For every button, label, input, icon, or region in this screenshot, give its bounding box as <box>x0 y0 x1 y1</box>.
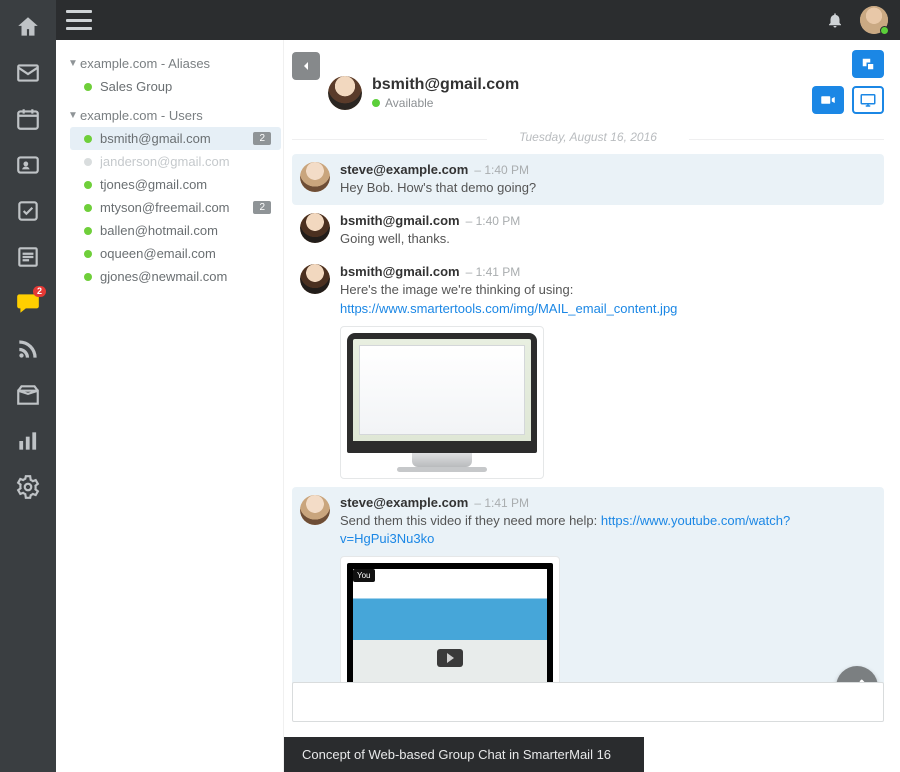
status-dot-icon <box>84 158 92 166</box>
tree-item[interactable]: Sales Group <box>70 75 281 98</box>
nav-settings[interactable] <box>6 466 50 508</box>
message-avatar <box>300 495 330 525</box>
status-dot-icon <box>84 181 92 189</box>
status-dot-icon <box>84 273 92 281</box>
message-text: Hey Bob. How's that demo going? <box>340 179 876 197</box>
tree-item[interactable]: mtyson@freemail.com2 <box>70 196 281 219</box>
tree-item[interactable]: oqueen@email.com <box>70 242 281 265</box>
nav-home[interactable] <box>6 6 50 48</box>
conversation-status: Available <box>372 96 519 110</box>
status-dot-icon <box>372 99 380 107</box>
popout-button[interactable] <box>852 50 884 78</box>
tree-item[interactable]: tjones@gmail.com <box>70 173 281 196</box>
message: steve@example.com 1:40 PM Hey Bob. How's t… <box>292 154 884 205</box>
nav-package[interactable] <box>6 374 50 416</box>
tree-item-badge: 2 <box>253 132 271 145</box>
tree-item-badge: 2 <box>253 201 271 214</box>
nav-rail: 2 <box>0 0 56 772</box>
screen-share-button[interactable] <box>852 86 884 114</box>
caret-down-icon: ▼ <box>68 110 78 121</box>
tree-item-label: Sales Group <box>100 79 277 94</box>
message: bsmith@gmail.com 1:41 PM Here's the image … <box>292 256 884 486</box>
tree-item[interactable]: bsmith@gmail.com2 <box>70 127 281 150</box>
nav-rss[interactable] <box>6 328 50 370</box>
nav-reports[interactable] <box>6 420 50 462</box>
message-sender: steve@example.com <box>340 162 468 177</box>
tree-group-label: example.com - Users <box>80 108 203 123</box>
message-text: Send them this video if they need more h… <box>340 512 876 548</box>
message: steve@example.com 1:41 PM Send them this v… <box>292 487 884 708</box>
message-link[interactable]: https://www.youtube.com/watch?v=HgPui3Nu… <box>340 513 790 546</box>
back-button[interactable] <box>292 52 320 80</box>
nav-notes[interactable] <box>6 236 50 278</box>
chat-badge: 2 <box>33 286 46 297</box>
tree-group[interactable]: ▼example.com - Users <box>62 104 281 127</box>
youtube-badge: You <box>353 569 375 582</box>
tree-item[interactable]: ballen@hotmail.com <box>70 219 281 242</box>
tree-item-label: gjones@newmail.com <box>100 269 277 284</box>
message-time: 1:41 PM <box>466 265 521 279</box>
message-avatar <box>300 264 330 294</box>
message-sender: steve@example.com <box>340 495 468 510</box>
attachment-image[interactable] <box>340 326 544 479</box>
notifications-icon[interactable] <box>826 11 844 29</box>
message-list: Tuesday, August 16, 2016 steve@example.c… <box>284 124 900 772</box>
tree-group[interactable]: ▼example.com - Aliases <box>62 52 281 75</box>
nav-calendar[interactable] <box>6 98 50 140</box>
compose-input[interactable] <box>292 682 884 722</box>
tree-group-label: example.com - Aliases <box>80 56 210 71</box>
tree-item-label: bsmith@gmail.com <box>100 131 253 146</box>
menu-toggle[interactable] <box>66 10 92 30</box>
message-sender: bsmith@gmail.com <box>340 264 460 279</box>
tree-item[interactable]: gjones@newmail.com <box>70 265 281 288</box>
nav-chat[interactable]: 2 <box>6 282 50 324</box>
caption-bar: Concept of Web-based Group Chat in Smart… <box>284 737 644 772</box>
play-icon <box>437 649 463 667</box>
tree-item[interactable]: janderson@gmail.com <box>70 150 281 173</box>
status-dot-icon <box>84 250 92 258</box>
user-avatar[interactable] <box>860 6 888 34</box>
tree-item-label: mtyson@freemail.com <box>100 200 253 215</box>
message-avatar <box>300 213 330 243</box>
message-text: Here's the image we're thinking of using… <box>340 281 876 317</box>
conversation-avatar <box>328 76 362 110</box>
date-separator: Tuesday, August 16, 2016 <box>292 124 884 154</box>
tree-item-label: ballen@hotmail.com <box>100 223 277 238</box>
message-time: 1:40 PM <box>466 214 521 228</box>
contact-tree: ▼example.com - AliasesSales Group▼exampl… <box>56 40 284 772</box>
top-bar <box>56 0 900 40</box>
presence-dot-icon <box>880 26 889 35</box>
message-sender: bsmith@gmail.com <box>340 213 460 228</box>
message-link[interactable]: https://www.smartertools.com/img/MAIL_em… <box>340 301 677 316</box>
tree-item-label: oqueen@email.com <box>100 246 277 261</box>
status-dot-icon <box>84 227 92 235</box>
caret-down-icon: ▼ <box>68 58 78 69</box>
tree-item-label: tjones@gmail.com <box>100 177 277 192</box>
nav-contacts[interactable] <box>6 144 50 186</box>
message-text: Going well, thanks. <box>340 230 876 248</box>
message-time: 1:41 PM <box>474 496 529 510</box>
nav-mail[interactable] <box>6 52 50 94</box>
video-call-button[interactable] <box>812 86 844 114</box>
conversation-pane: bsmith@gmail.com Available <box>284 40 900 772</box>
status-dot-icon <box>84 204 92 212</box>
status-dot-icon <box>84 83 92 91</box>
message-time: 1:40 PM <box>474 163 529 177</box>
conversation-title: bsmith@gmail.com <box>372 76 519 94</box>
status-dot-icon <box>84 135 92 143</box>
tree-item-label: janderson@gmail.com <box>100 154 277 169</box>
message-avatar <box>300 162 330 192</box>
nav-tasks[interactable] <box>6 190 50 232</box>
attachment-video[interactable]: You <box>340 556 560 700</box>
message: bsmith@gmail.com 1:40 PM Going well, thank… <box>292 205 884 256</box>
